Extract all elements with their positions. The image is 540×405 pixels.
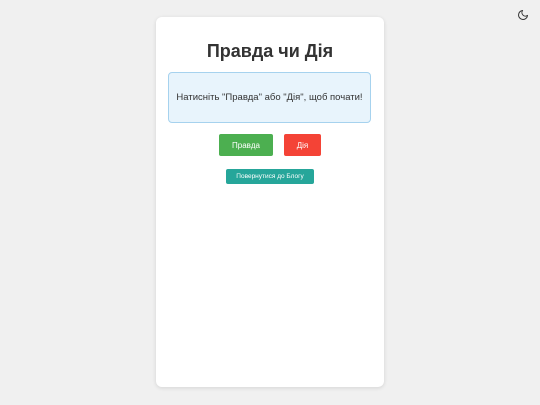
page-title: Правда чи Дія <box>206 41 334 61</box>
dare-button[interactable]: Дія <box>284 134 321 156</box>
prompt-box: Натисніть "Правда" або "Дія", щоб почати… <box>168 72 371 123</box>
moon-icon <box>518 10 528 20</box>
game-card: Правда чи Дія Натисніть "Правда" або "Ді… <box>156 17 384 387</box>
truth-button[interactable]: Правда <box>219 134 273 156</box>
prompt-text: Натисніть "Правда" або "Дія", щоб почати… <box>176 92 363 103</box>
theme-toggle-button[interactable] <box>514 6 532 24</box>
choice-buttons: Правда Дія <box>156 134 384 156</box>
back-row: Повернутися до Блогу <box>156 169 384 184</box>
page: Правда чи Дія Натисніть "Правда" або "Ді… <box>0 0 540 405</box>
back-to-blog-button[interactable]: Повернутися до Блогу <box>226 169 314 184</box>
